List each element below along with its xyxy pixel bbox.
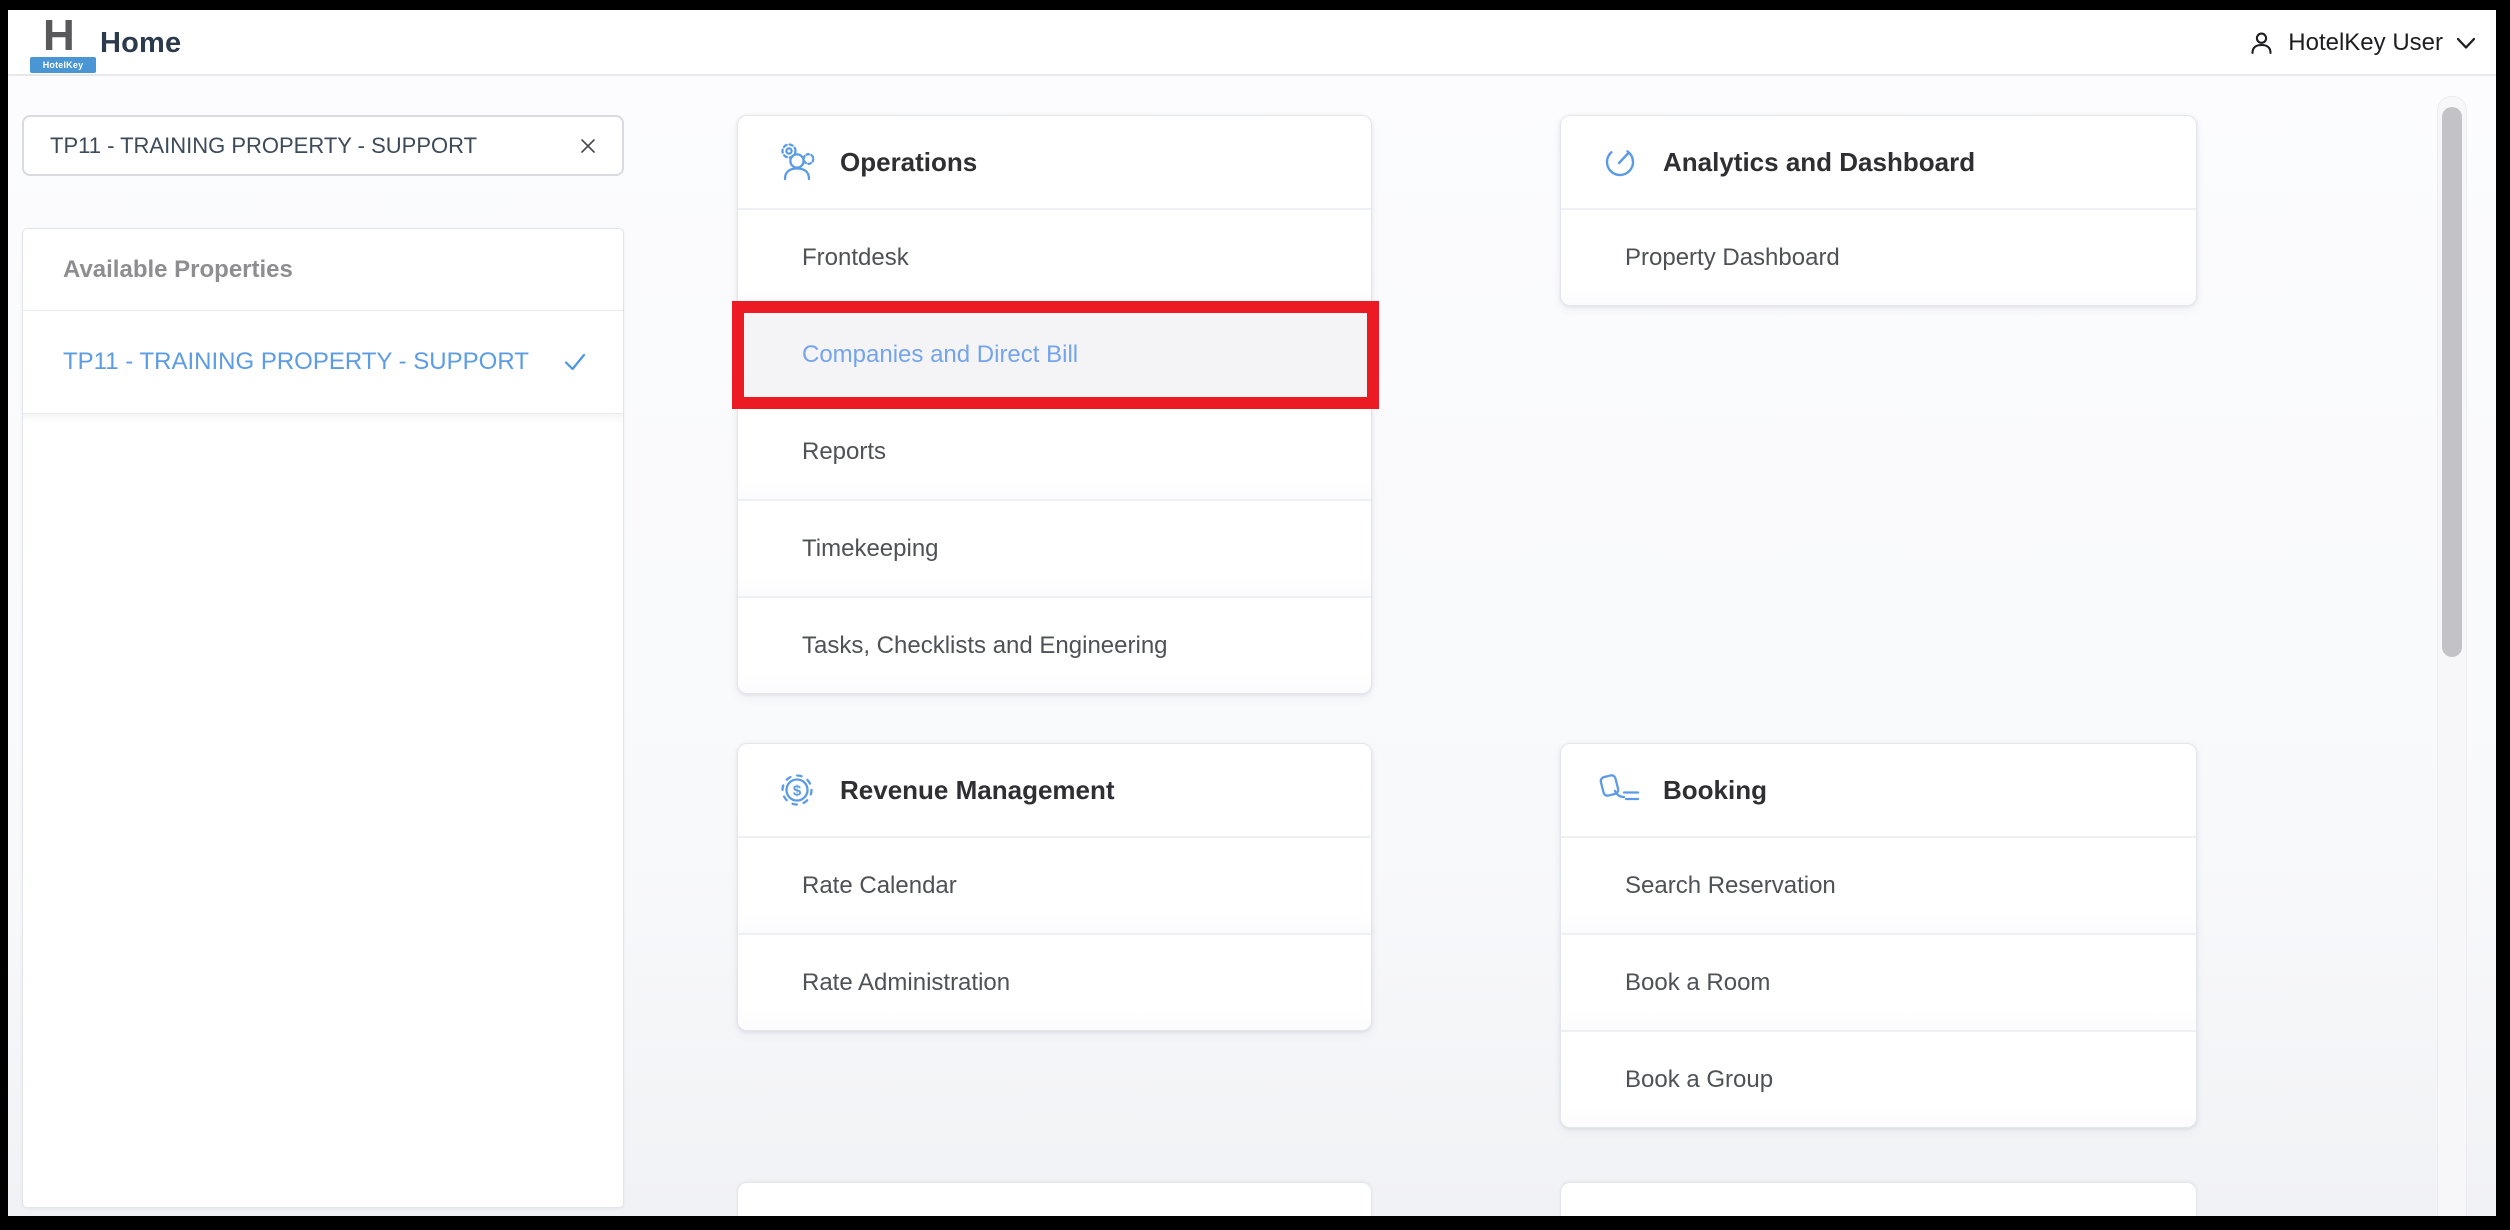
revenue-management-card: $ Revenue Management Rate Calendar Rate …: [737, 743, 1372, 1031]
top-bar: H HotelKey Home HotelKey User: [8, 10, 2496, 76]
svg-text:$: $: [793, 783, 802, 800]
property-item-tp11[interactable]: TP11 - TRAINING PROPERTY - SUPPORT: [23, 311, 623, 414]
menu-item-search-reservation[interactable]: Search Reservation: [1561, 836, 2196, 933]
revenue-card-header: $ Revenue Management: [738, 744, 1371, 836]
logo-caption: HotelKey: [30, 57, 96, 73]
menu-item-timekeeping[interactable]: Timekeeping: [738, 499, 1371, 596]
menu-item-label: Rate Administration: [802, 969, 1010, 997]
operations-card-header: Operations: [738, 116, 1371, 208]
user-name: HotelKey User: [2288, 29, 2443, 57]
menu-item-rate-calendar[interactable]: Rate Calendar: [738, 836, 1371, 933]
chevron-down-icon: [2456, 37, 2476, 50]
app-window: H HotelKey Home HotelKey User: [8, 10, 2496, 1216]
revenue-gear-dollar-icon: $: [774, 768, 820, 812]
operations-card-title: Operations: [840, 147, 977, 178]
selected-check-icon: [563, 352, 587, 372]
gauge-icon: [1597, 141, 1643, 183]
property-search-input[interactable]: [50, 133, 574, 159]
menu-item-label: Search Reservation: [1625, 872, 1836, 900]
analytics-dashboard-card: Analytics and Dashboard Property Dashboa…: [1560, 115, 2197, 306]
booking-card: Booking Search Reservation Book a Room B…: [1560, 743, 2197, 1128]
scrollbar-track[interactable]: [2437, 96, 2467, 1216]
partial-card-right: [1560, 1182, 2197, 1216]
menu-item-label: Property Dashboard: [1625, 244, 1840, 272]
menu-item-property-dashboard[interactable]: Property Dashboard: [1561, 208, 2196, 305]
scrollbar-thumb[interactable]: [2442, 107, 2462, 657]
clear-search-icon[interactable]: [574, 132, 602, 160]
booking-card-header: Booking: [1561, 744, 2196, 836]
menu-item-frontdesk[interactable]: Frontdesk: [738, 208, 1371, 305]
user-menu[interactable]: HotelKey User: [2248, 10, 2476, 76]
revenue-card-title: Revenue Management: [840, 775, 1115, 806]
available-properties-title: Available Properties: [23, 229, 623, 311]
logo-letter: H: [30, 16, 100, 56]
hotelkey-logo[interactable]: H HotelKey: [30, 16, 100, 73]
menu-item-label: Timekeeping: [802, 535, 939, 563]
booking-card-title: Booking: [1663, 775, 1767, 806]
menu-item-companies-and-direct-bill[interactable]: Companies and Direct Bill: [738, 305, 1371, 402]
menu-item-label: Tasks, Checklists and Engineering: [802, 632, 1168, 660]
menu-item-book-a-room[interactable]: Book a Room: [1561, 933, 2196, 1030]
menu-item-label: Rate Calendar: [802, 872, 957, 900]
menu-item-label: Book a Group: [1625, 1066, 1773, 1094]
operations-card: Operations Frontdesk Companies and Direc…: [737, 115, 1372, 694]
menu-item-label: Companies and Direct Bill: [802, 341, 1078, 369]
property-list-empty-area: [23, 414, 623, 1207]
menu-item-reports[interactable]: Reports: [738, 402, 1371, 499]
property-search: [22, 115, 624, 176]
property-item-label: TP11 - TRAINING PROPERTY - SUPPORT: [63, 348, 563, 376]
menu-item-label: Reports: [802, 438, 886, 466]
menu-item-rate-administration[interactable]: Rate Administration: [738, 933, 1371, 1030]
tap-hand-icon: [1597, 769, 1643, 811]
analytics-card-title: Analytics and Dashboard: [1663, 147, 1975, 178]
menu-item-label: Frontdesk: [802, 244, 909, 272]
page-title: Home: [100, 10, 181, 76]
menu-item-tasks-checklists-engineering[interactable]: Tasks, Checklists and Engineering: [738, 596, 1371, 693]
available-properties-panel: Available Properties TP11 - TRAINING PRO…: [22, 228, 624, 1208]
partial-card-center: [737, 1182, 1372, 1216]
user-icon: [2248, 30, 2275, 57]
analytics-card-header: Analytics and Dashboard: [1561, 116, 2196, 208]
menu-item-book-a-group[interactable]: Book a Group: [1561, 1030, 2196, 1127]
operations-person-gears-icon: [774, 140, 820, 184]
menu-item-label: Book a Room: [1625, 969, 1770, 997]
